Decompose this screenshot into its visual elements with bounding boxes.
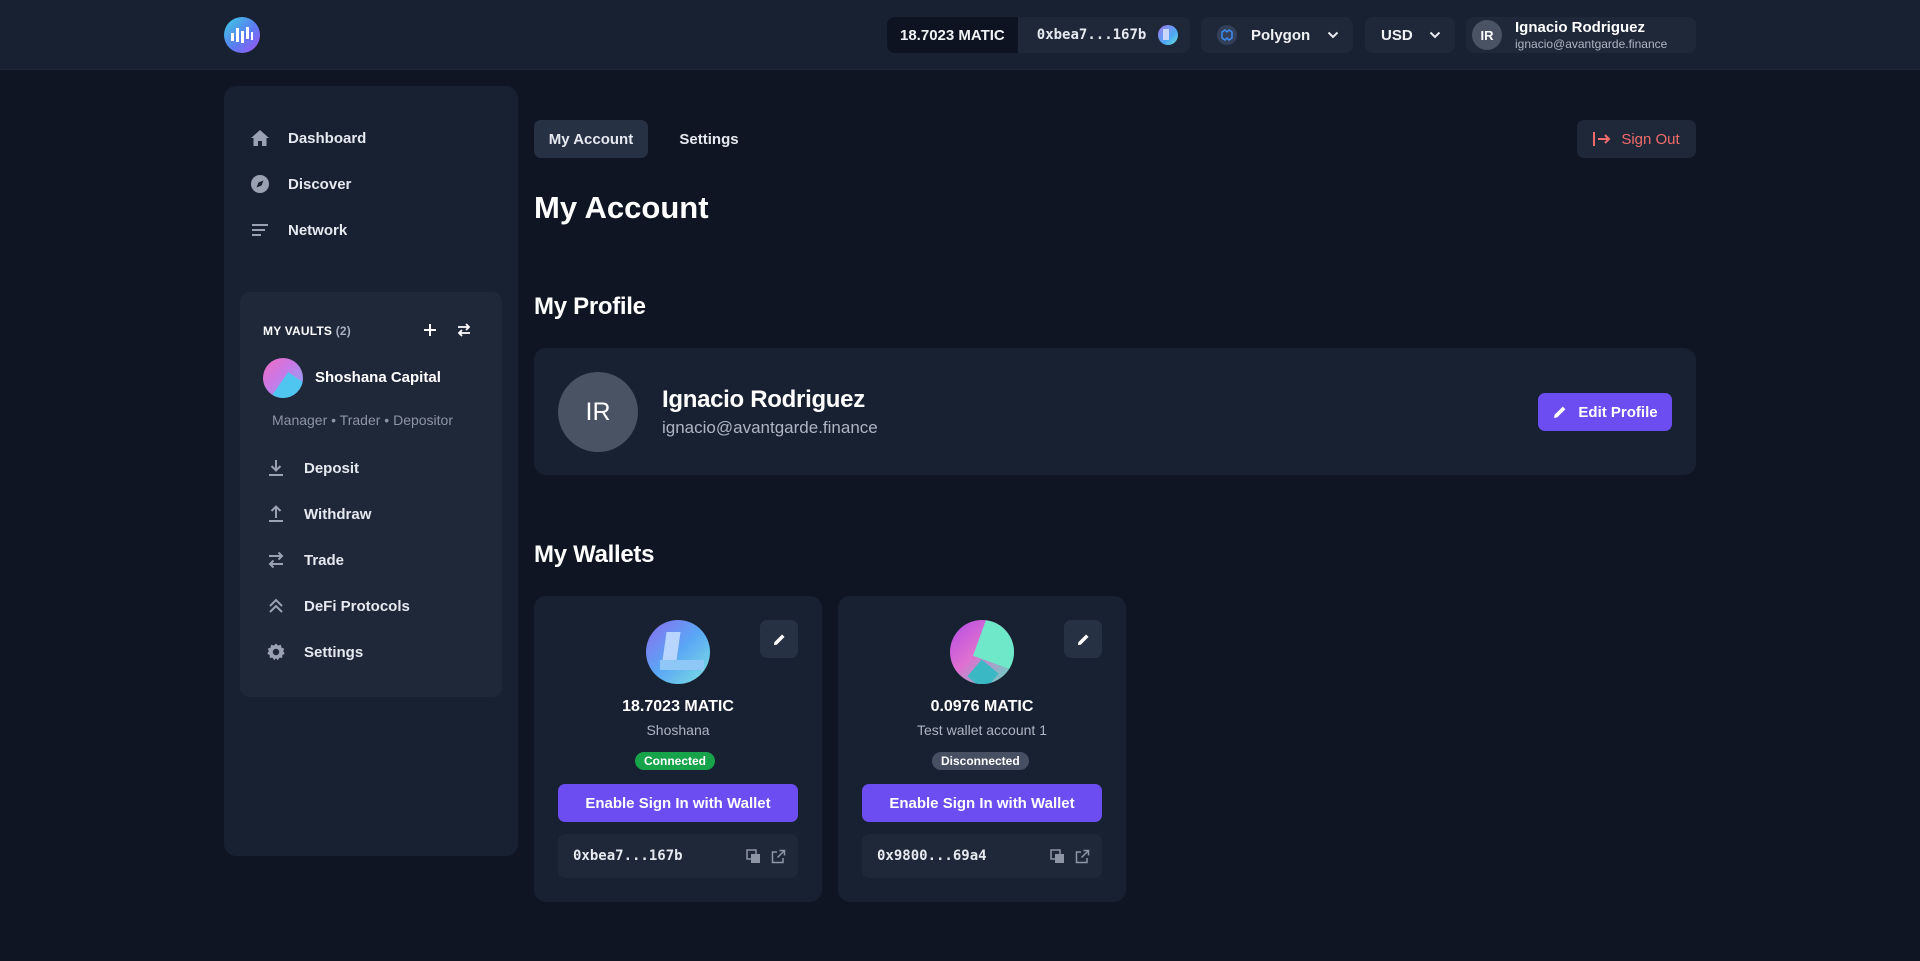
vault-item-withdraw[interactable]: Withdraw [266,500,371,528]
page-title: My Account [534,190,709,225]
download-icon [266,458,286,478]
vault-item-deposit[interactable]: Deposit [266,454,359,482]
wallet-avatar [950,620,1014,684]
sign-out-button[interactable]: Sign Out [1577,120,1696,158]
sidebar-item-network[interactable]: Network [250,216,347,244]
profile-email: ignacio@avantgarde.finance [662,418,878,437]
pencil-icon [1554,406,1566,418]
my-vaults-count: (2) [335,324,351,338]
wallet-address: 0x9800...69a4 [877,848,987,864]
currency-label: USD [1381,26,1413,44]
edit-profile-button[interactable]: Edit Profile [1538,393,1672,431]
wallet-balance: 18.7023 MATIC [887,17,1018,53]
pencil-icon [773,633,785,645]
my-vaults-panel: MY VAULTS (2) Shoshana Capital Manager •… [240,292,502,697]
wallet-address-box: 0x9800...69a4 [862,834,1102,878]
my-vaults-title: MY VAULTS [263,324,333,338]
external-link-icon[interactable] [1074,848,1090,864]
vault-item-settings[interactable]: Settings [266,638,363,666]
swap-icon [457,323,471,337]
upload-icon [266,504,286,524]
pencil-icon [1077,633,1089,645]
home-icon [250,128,270,148]
user-email: ignacio@avantgarde.finance [1515,36,1668,51]
add-vault-button[interactable] [420,320,440,340]
sidebar: Dashboard Discover Network MY VAULTS (2)… [224,86,518,856]
app-logo[interactable] [224,17,260,53]
swap-icon [266,550,286,570]
sidebar-item-label: Network [288,221,348,239]
avatar: IR [558,372,638,452]
copy-icon[interactable] [1049,848,1065,864]
switch-vault-button[interactable] [454,320,474,340]
vault-avatar [263,358,303,398]
vault-item-trade[interactable]: Trade [266,546,344,574]
external-link-icon[interactable] [770,848,786,864]
chevron-down-icon [1429,31,1441,39]
network-selector[interactable]: Polygon [1201,17,1353,53]
chevrons-up-icon [266,596,286,616]
status-badge: Connected [635,752,716,770]
wallet-balance: 18.7023 MATIC [622,698,734,715]
wallet-balance-pill[interactable]: 18.7023 MATIC 0xbea7...167b [887,17,1191,53]
currency-selector[interactable]: USD [1365,17,1455,53]
gear-icon [266,642,286,662]
wallet-card: 0.0976 MATIC Test wallet account 1 Disco… [838,596,1126,902]
logo-waveform-icon [231,27,253,43]
sign-out-icon [1593,132,1611,146]
wallet-address: 0xbea7...167b [573,848,683,864]
user-name: Ignacio Rodriguez [1515,18,1646,36]
vault-item-label: Trade [304,551,345,569]
wallets-heading: My Wallets [534,541,655,568]
status-badge: Disconnected [932,752,1029,770]
wallet-card: 18.7023 MATIC Shoshana Connected Enable … [534,596,822,902]
edit-wallet-button[interactable] [1064,620,1102,658]
wallet-address-chip[interactable]: 0xbea7...167b [1017,17,1191,53]
my-vaults-heading: MY VAULTS (2) [263,324,351,338]
tab-settings[interactable]: Settings [664,120,754,158]
sign-out-label: Sign Out [1621,130,1680,148]
compass-icon [250,174,270,194]
vault-item-label: Deposit [304,459,360,477]
vault-item-defi-protocols[interactable]: DeFi Protocols [266,592,410,620]
user-menu[interactable]: IR Ignacio Rodriguez ignacio@avantgarde.… [1466,17,1696,53]
network-label: Polygon [1251,26,1311,44]
vault-item-label: Settings [304,643,364,661]
vault-name[interactable]: Shoshana Capital [315,369,441,386]
wallet-name: Test wallet account 1 [917,722,1047,738]
edit-wallet-button[interactable] [760,620,798,658]
sidebar-item-dashboard[interactable]: Dashboard [250,124,366,152]
wallet-avatar-icon [1158,25,1179,45]
enable-sign-in-button[interactable]: Enable Sign In with Wallet [558,784,798,822]
vault-roles: Manager • Trader • Depositor [272,412,453,428]
wallet-avatar [646,620,710,684]
polygon-icon [1217,25,1237,45]
avatar: IR [1472,20,1502,50]
profile-name: Ignacio Rodriguez [662,386,865,413]
list-icon [250,220,270,240]
enable-sign-in-button[interactable]: Enable Sign In with Wallet [862,784,1102,822]
sidebar-item-label: Discover [288,175,352,193]
edit-profile-label: Edit Profile [1578,403,1658,421]
vault-item-label: Withdraw [304,505,372,523]
wallet-name: Shoshana [646,722,710,738]
tab-my-account[interactable]: My Account [534,120,648,158]
wallet-address: 0xbea7...167b [1036,27,1147,43]
copy-icon[interactable] [745,848,761,864]
sidebar-item-discover[interactable]: Discover [250,170,351,198]
chevron-down-icon [1327,31,1339,39]
wallet-balance: 0.0976 MATIC [930,698,1034,715]
vault-item-label: DeFi Protocols [304,597,410,615]
profile-heading: My Profile [534,293,646,320]
profile-card: IR Ignacio Rodriguez ignacio@avantgarde.… [534,348,1696,475]
sidebar-item-label: Dashboard [288,129,367,147]
wallet-address-box: 0xbea7...167b [558,834,798,878]
user-info: Ignacio Rodriguez ignacio@avantgarde.fin… [1515,19,1667,52]
plus-icon [424,324,436,336]
top-bar: 18.7023 MATIC 0xbea7...167b Polygon USD … [0,0,1920,70]
